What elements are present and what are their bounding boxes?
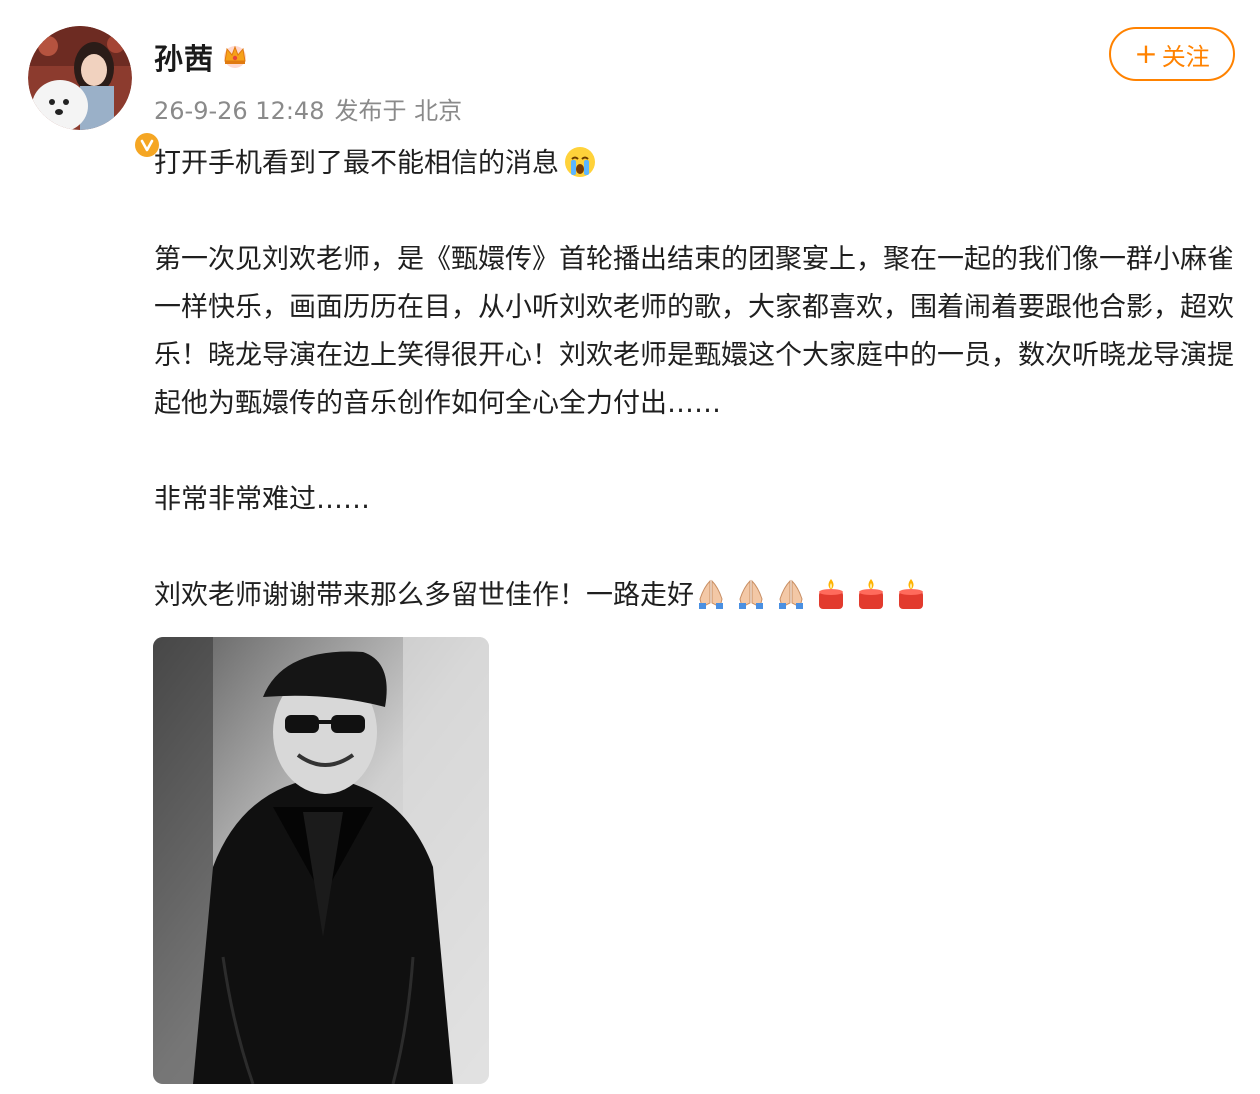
post-paragraph: 刘欢老师谢谢带来那么多留世佳作！一路走好 <box>154 572 1240 620</box>
author-avatar[interactable] <box>28 26 162 160</box>
post-text: 刘欢老师谢谢带来那么多留世佳作！一路走好 <box>154 580 694 611</box>
candle-icon <box>819 579 843 609</box>
follow-button[interactable]: + 关注 <box>1109 27 1235 81</box>
follow-button-label: 关注 <box>1161 42 1210 71</box>
portrait-photo <box>153 637 489 1084</box>
post-timestamp[interactable]: 26-9-26 12:48 <box>154 97 324 125</box>
post-image[interactable] <box>153 637 489 1084</box>
post-text: 打开手机看到了最不能相信的消息 <box>154 148 559 179</box>
crying-face-icon <box>565 147 595 177</box>
emoji-row <box>694 577 928 611</box>
praying-hands-icon <box>739 579 763 609</box>
praying-hands-icon <box>699 579 723 609</box>
post-paragraph: 第一次见刘欢老师，是《甄嬛传》首轮播出结束的团聚宴上，聚在一起的我们像一群小麻雀… <box>154 244 1234 419</box>
post-meta: 26-9-26 12:48 发布于 北京 <box>154 91 472 126</box>
weibo-post: 孙茜 26-9-26 12:48 发布于 北京 + 关注 打开手机看到了最不能相信的… <box>0 0 1260 1094</box>
post-paragraph: 非常非常难过…… <box>154 484 370 515</box>
avatar-photo <box>28 26 132 130</box>
praying-hands-icon <box>779 579 803 609</box>
author-name[interactable]: 孙茜 <box>154 36 214 78</box>
crown-icon[interactable] <box>220 40 250 70</box>
post-source: 发布于 北京 <box>334 97 463 125</box>
plus-icon: + <box>1134 37 1158 70</box>
candle-icon <box>859 579 883 609</box>
candle-icon <box>899 579 923 609</box>
post-paragraph: 打开手机看到了最不能相信的消息 <box>154 140 1240 188</box>
post-content: 打开手机看到了最不能相信的消息 第一次见刘欢老师，是《甄嬛传》首轮播出结束的团聚… <box>154 140 1240 620</box>
